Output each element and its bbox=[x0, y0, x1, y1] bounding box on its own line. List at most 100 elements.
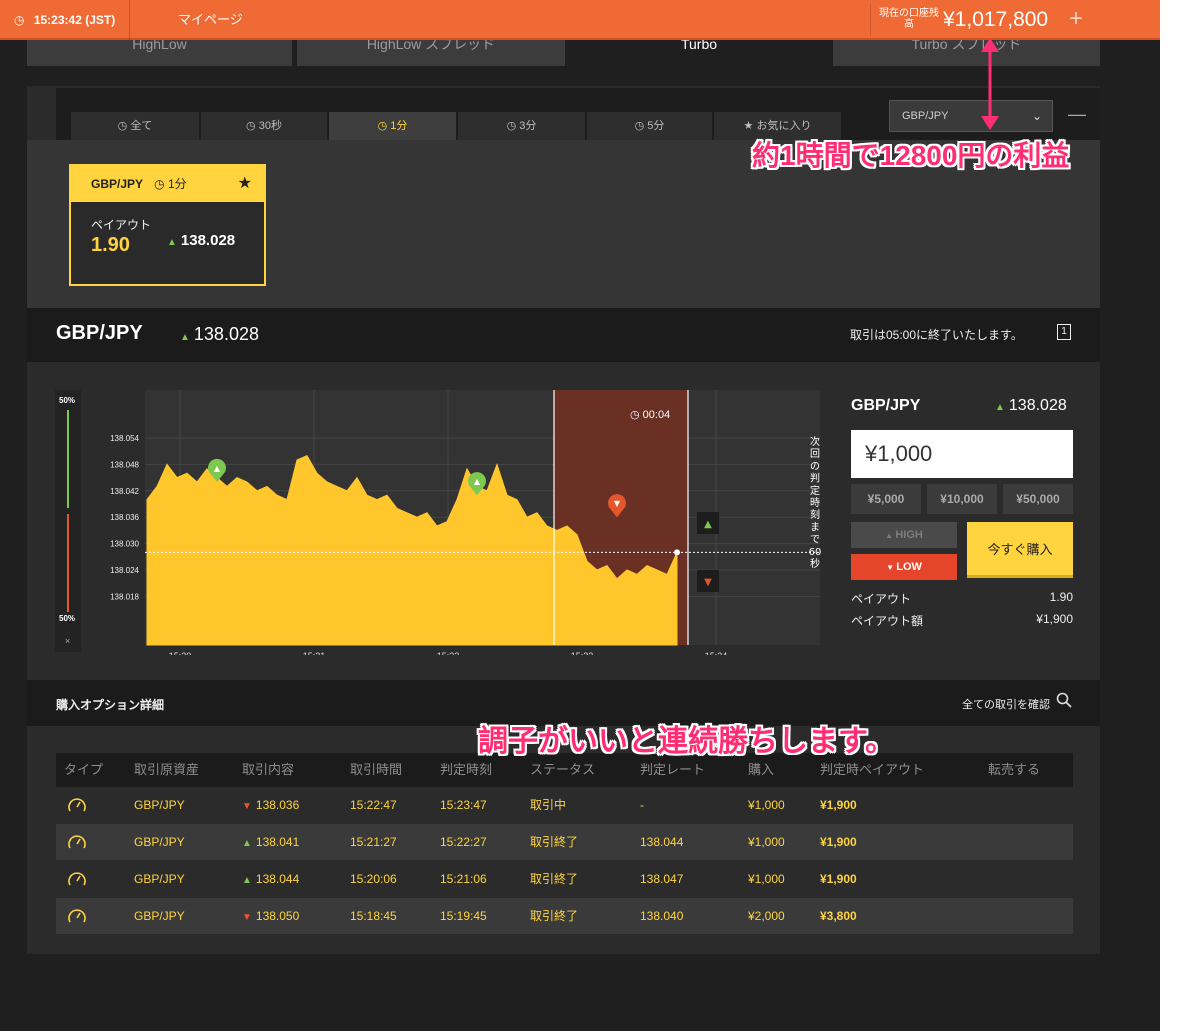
trade-pair: GBP/JPY bbox=[851, 397, 921, 414]
table-row: GBP/JPY ▲ 138.041 15:21:27 15:22:27 取引終了 138.0… bbox=[56, 824, 1073, 860]
tab-5m[interactable]: ◷ 5分 bbox=[587, 112, 712, 140]
asset-card[interactable]: GBP/JPY ◷ 1分 ★ ペイアウト 1.90 ▲ 138.028 bbox=[69, 164, 266, 286]
col-trade-time: 取引時間 bbox=[350, 762, 403, 777]
vertical-note-char: 刻 bbox=[810, 508, 820, 521]
turbo-gauge-icon bbox=[68, 872, 86, 886]
asset-card-rate: ▲ 138.028 bbox=[167, 232, 235, 249]
cell-status: 取引終了 bbox=[530, 872, 579, 886]
y-tick-label: 138.054 bbox=[110, 434, 139, 443]
up-arrow-icon: ▲ bbox=[214, 464, 221, 473]
deposit-plus-button[interactable]: + bbox=[1069, 6, 1083, 32]
tab-all-label: 全て bbox=[130, 120, 153, 132]
sentiment-bottom: 50% bbox=[59, 614, 75, 623]
cell-payout: ¥1,900 bbox=[820, 835, 857, 849]
sentiment-top: 50% bbox=[59, 396, 75, 405]
tab-5m-label: 5分 bbox=[647, 120, 665, 132]
asset-card-duration: ◷ 1分 bbox=[154, 177, 187, 191]
cell-direction-rate: 138.050 bbox=[255, 909, 300, 923]
cell-direction: ▼ 138.050 bbox=[242, 898, 299, 934]
product-tab-highlow[interactable]: HighLow bbox=[27, 40, 292, 66]
trade-rate: ▲ 138.028 bbox=[995, 397, 1067, 415]
col-asset: 取引原資産 bbox=[134, 762, 200, 777]
buy-now-button[interactable]: 今すぐ購入 bbox=[967, 522, 1073, 578]
payout-amount-label: ペイアウト額 bbox=[851, 614, 924, 628]
cell-direction-rate: 138.041 bbox=[255, 835, 300, 849]
clock-icon: ◷ bbox=[634, 120, 648, 132]
session-end-note: 取引は05:00に終了いたします。 bbox=[850, 328, 1023, 342]
cell-status: 取引終了 bbox=[530, 835, 579, 849]
annotation-arrow bbox=[981, 38, 999, 130]
tab-30s-label: 30秒 bbox=[258, 120, 282, 132]
cell-purchase: ¥1,000 bbox=[748, 872, 785, 886]
asset-card-duration-label: 1分 bbox=[167, 177, 187, 191]
current-rate-dot bbox=[674, 549, 680, 556]
x-tick-label: 15:23 bbox=[571, 651, 594, 655]
cell-asset: GBP/JPY bbox=[134, 872, 185, 886]
clock-icon: ◷ bbox=[377, 120, 391, 132]
cell-closing-rate: - bbox=[640, 798, 644, 812]
high-button[interactable]: ▲ HIGH bbox=[851, 522, 957, 548]
cell-payout: ¥1,900 bbox=[820, 798, 857, 812]
chart-header-pair: GBP/JPY bbox=[56, 322, 143, 344]
annotation-profit: 約1時間で12800円の利益 bbox=[752, 140, 1070, 171]
favorite-star-icon[interactable]: ★ bbox=[238, 166, 252, 202]
tab-1m[interactable]: ◷ 1分 bbox=[329, 112, 456, 140]
col-type: タイプ bbox=[64, 762, 104, 777]
tab-1m-label: 1分 bbox=[390, 120, 408, 132]
clock-icon: ◷ bbox=[506, 120, 520, 132]
chevron-down-icon: ⌄ bbox=[1031, 109, 1042, 123]
cell-closing-rate: 138.047 bbox=[640, 872, 684, 886]
cell-direction: ▲ 138.044 bbox=[242, 861, 299, 897]
pair-select[interactable]: GBP/JPY ⌄ bbox=[889, 100, 1053, 132]
x-tick-label: 15:21 bbox=[303, 651, 326, 655]
pair-select-value: GBP/JPY bbox=[902, 110, 949, 122]
quick-amount-5000[interactable]: ¥5,000 bbox=[851, 484, 921, 514]
up-arrow-icon: ▲ bbox=[180, 332, 190, 343]
tab-30s[interactable]: ◷ 30秒 bbox=[201, 112, 327, 140]
vertical-note-char: 60 bbox=[809, 547, 822, 558]
payout-amount-value: ¥1,900 bbox=[1036, 612, 1073, 626]
amount-input[interactable] bbox=[851, 430, 1073, 478]
product-tab-highlow-spread[interactable]: HighLow スプレッド bbox=[297, 40, 565, 66]
table-row: GBP/JPY ▼ 138.036 15:22:47 15:23:47 取引中 - ¥1,00… bbox=[56, 787, 1073, 823]
clock-icon: ◷ bbox=[117, 120, 131, 132]
up-arrow-icon: ▲ bbox=[242, 838, 252, 849]
cell-payout: ¥3,800 bbox=[820, 909, 857, 923]
tab-all[interactable]: ◷ 全て bbox=[71, 112, 199, 140]
product-tab-turbo[interactable]: Turbo bbox=[568, 40, 830, 66]
cell-direction-rate: 138.036 bbox=[255, 798, 300, 812]
balance-amount: ¥1,017,800 bbox=[943, 8, 1049, 31]
vertical-note-char: の bbox=[810, 461, 820, 472]
product-tab-turbo-spread[interactable]: Turbo スプレッド bbox=[833, 40, 1100, 66]
search-icon[interactable] bbox=[1056, 692, 1072, 708]
product-tab-label: HighLow bbox=[132, 40, 187, 52]
chart-header-rate-value: 138.028 bbox=[193, 324, 259, 344]
quick-amount-10000[interactable]: ¥10,000 bbox=[927, 484, 997, 514]
cell-status: 取引中 bbox=[530, 798, 567, 812]
sentiment-close-icon[interactable]: × bbox=[65, 636, 70, 646]
cell-asset: GBP/JPY bbox=[134, 835, 185, 849]
y-tick-label: 138.036 bbox=[110, 513, 139, 522]
top-bar: ◷ 15:23:42 (JST) マイページ 現在の口座残高 ¥1,017,80… bbox=[0, 0, 1160, 40]
table-row: GBP/JPY ▼ 138.050 15:18:45 15:19:45 取引終了 138.0… bbox=[56, 898, 1073, 934]
all-trades-link[interactable]: 全ての取引を確認 bbox=[962, 696, 1050, 712]
product-tab-label: Turbo スプレッド bbox=[911, 40, 1022, 52]
payout-label: ペイアウト bbox=[851, 592, 912, 606]
down-arrow-icon: ▼ bbox=[886, 563, 897, 572]
asset-card-header: GBP/JPY ◷ 1分 ★ bbox=[71, 166, 264, 202]
collapse-button[interactable]: — bbox=[1068, 104, 1086, 125]
annotation-streak: 調子がいいと連続勝ちします。 bbox=[478, 725, 895, 758]
mypage-link[interactable]: マイページ bbox=[178, 0, 243, 40]
tab-3m[interactable]: ◷ 3分 bbox=[458, 112, 585, 140]
asset-card-pair: GBP/JPY bbox=[91, 177, 143, 191]
cell-expiry: 15:22:27 bbox=[440, 835, 487, 849]
up-arrow-icon: ▲ bbox=[474, 477, 481, 486]
low-button[interactable]: ▼ LOW bbox=[851, 554, 957, 580]
vertical-note-char: 判 bbox=[810, 473, 820, 485]
cell-expiry: 15:19:45 bbox=[440, 909, 487, 923]
chart-header-rate: ▲ 138.028 bbox=[180, 324, 259, 345]
quick-amount-50000[interactable]: ¥50,000 bbox=[1003, 484, 1073, 514]
vertical-note-char: 時 bbox=[810, 497, 820, 509]
one-click-icon[interactable]: 1 bbox=[1057, 324, 1071, 340]
x-tick-label: 15:22 bbox=[437, 651, 460, 655]
